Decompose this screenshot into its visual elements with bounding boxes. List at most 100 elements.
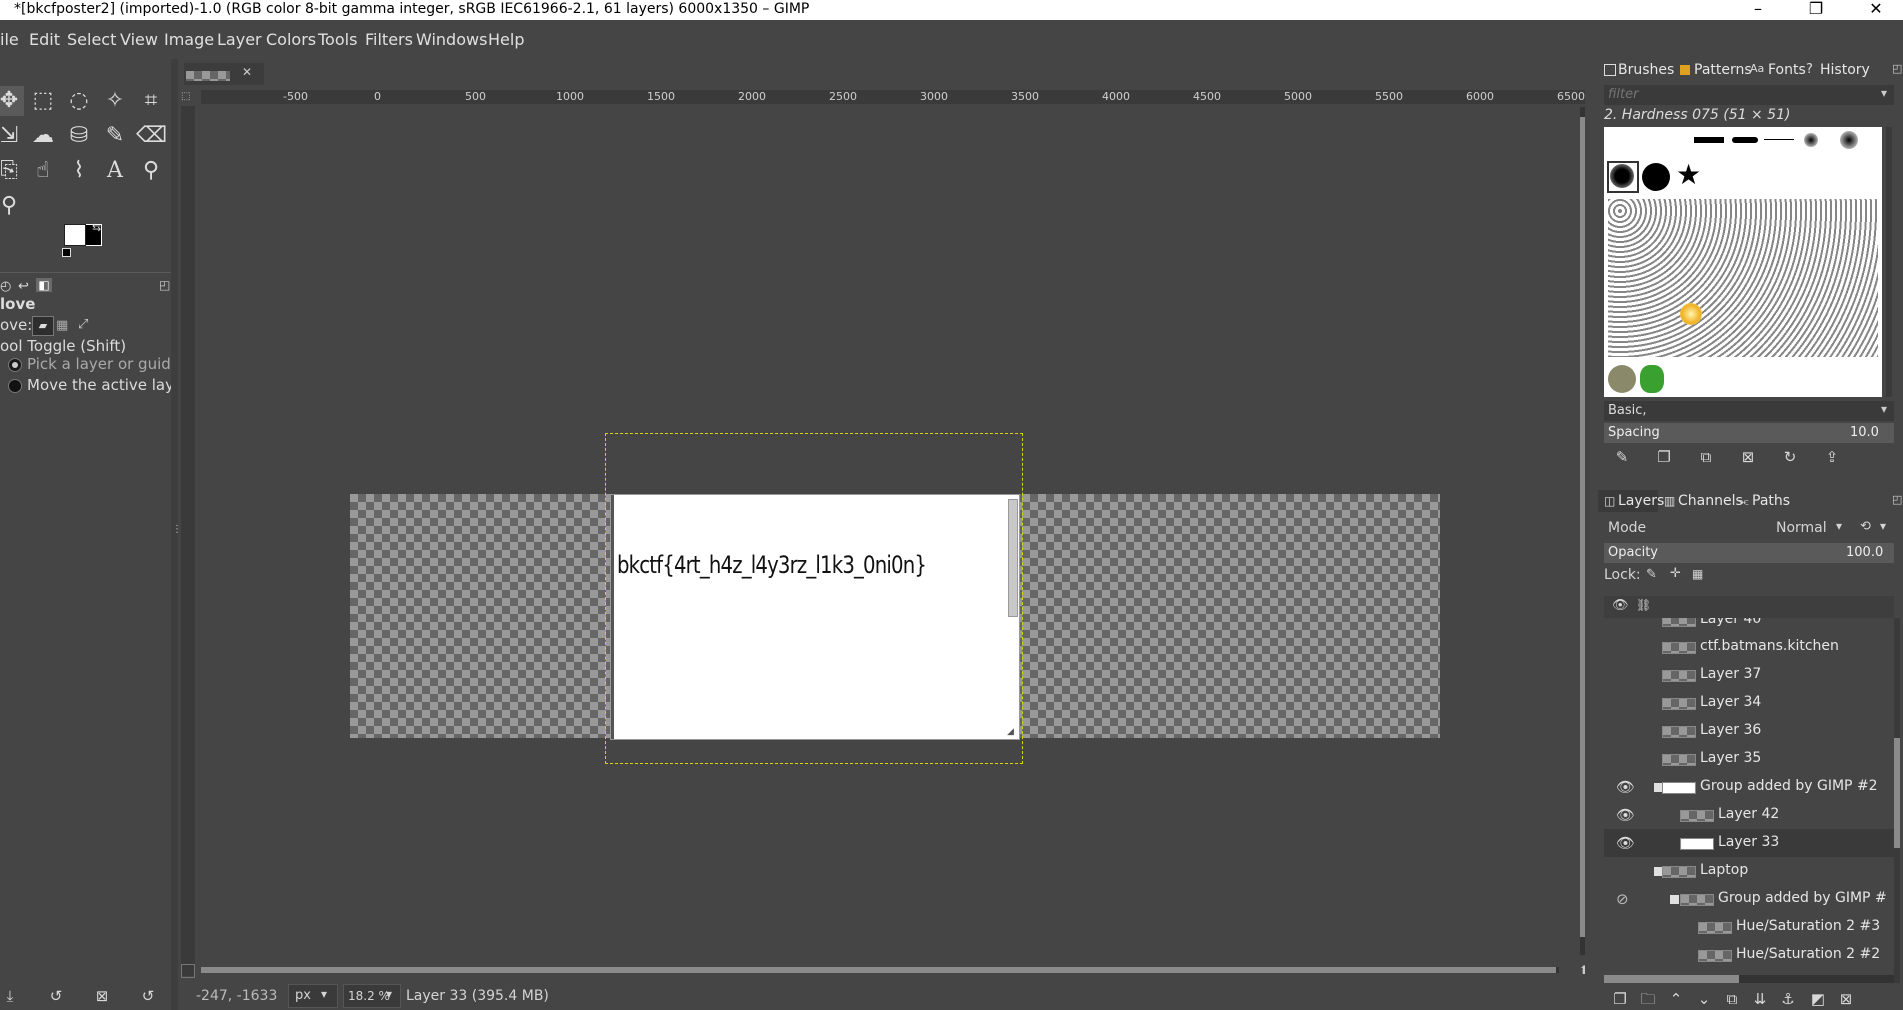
opacity-slider[interactable]: Opacity 100.0 xyxy=(1604,543,1894,563)
brush-hardness-100[interactable] xyxy=(1642,163,1670,191)
move-path-icon[interactable]: ⤢ xyxy=(78,317,88,332)
new-layer-icon[interactable]: ❐ xyxy=(1610,989,1630,1009)
edit-brush-icon[interactable]: ✎ xyxy=(1612,447,1632,467)
spacing-slider[interactable]: Spacing 10.0 xyxy=(1604,423,1894,443)
layer-row[interactable]: Laptop xyxy=(1604,857,1894,885)
brush-grid[interactable]: ★ xyxy=(1604,127,1882,397)
new-layer-group-icon[interactable]: 🗀 xyxy=(1638,989,1658,1009)
layer-mask-icon[interactable]: ◩ xyxy=(1808,989,1828,1009)
brush-wilber[interactable] xyxy=(1608,365,1636,393)
tab-history[interactable]: History xyxy=(1820,61,1870,79)
move-active-layer-radio[interactable] xyxy=(8,379,22,393)
save-tool-preset-icon[interactable]: ⤓ xyxy=(0,986,20,1006)
chevron-down-icon[interactable]: ▾ xyxy=(1880,519,1886,533)
tab-layers[interactable]: Layers xyxy=(1618,492,1664,510)
lower-layer-icon[interactable]: ⌄ xyxy=(1694,989,1714,1009)
move-layer-icon[interactable]: ▰ xyxy=(32,316,54,336)
layer-row[interactable]: Layer 35 xyxy=(1604,745,1894,773)
close-window-button[interactable]: ✕ xyxy=(1853,0,1899,20)
configure-tab-icon[interactable]: ◰ xyxy=(1892,493,1902,506)
layers-hscroll-thumb[interactable] xyxy=(1604,975,1739,983)
brush-filter-input[interactable] xyxy=(1604,85,1872,103)
bucket-fill-tool-icon[interactable]: ⛁ xyxy=(64,121,94,151)
layer-row[interactable]: Hue/Saturation 2 #3 xyxy=(1604,913,1894,941)
tab-fonts[interactable]: Fonts xyxy=(1768,61,1806,79)
delete-brush-icon[interactable]: ⊠ xyxy=(1738,447,1758,467)
zoom-select[interactable]: 18.2 % ▾ xyxy=(343,984,401,1008)
layers-list[interactable]: Layer 40 ctf.batmans.kitchen Layer 37 La… xyxy=(1604,618,1894,983)
mode-select[interactable]: Normal ▾ xyxy=(1744,516,1854,540)
undo-history-tab-icon[interactable]: ◧ xyxy=(36,278,52,292)
paths-tool-icon[interactable]: ⌇ xyxy=(64,156,94,186)
anchor-layer-icon[interactable]: ⚓ xyxy=(1778,989,1798,1009)
chevron-down-icon[interactable]: ▾ xyxy=(1881,86,1887,100)
menu-tools[interactable]: Tools xyxy=(318,20,357,59)
smudge-tool-icon[interactable]: ☝ xyxy=(28,156,58,186)
device-status-tab-icon[interactable]: ↩ xyxy=(18,279,29,294)
menu-colors[interactable]: Colors xyxy=(266,20,316,59)
brush-sparkle[interactable] xyxy=(1680,303,1702,325)
image-tab-close-icon[interactable]: ✕ xyxy=(242,65,252,79)
layers-scrollbar[interactable] xyxy=(1894,618,1900,983)
tab-brushes[interactable]: Brushes xyxy=(1618,61,1674,79)
tool-options-tab-icon[interactable]: ◴ xyxy=(0,279,11,294)
brush-fuzzy-large[interactable] xyxy=(1840,131,1858,149)
menu-help[interactable]: Help xyxy=(488,20,524,59)
open-brush-as-image-icon[interactable]: ⇪ xyxy=(1822,447,1842,467)
rect-select-tool-icon[interactable]: ⬚ xyxy=(28,86,58,116)
brush-filter[interactable]: ▾ xyxy=(1604,85,1894,105)
duplicate-layer-icon[interactable]: ⧉ xyxy=(1722,989,1742,1009)
menu-view[interactable]: View xyxy=(120,20,158,59)
configure-tab-icon[interactable]: ◰ xyxy=(1892,62,1902,75)
new-brush-icon[interactable]: ❐ xyxy=(1654,447,1674,467)
menu-filters[interactable]: Filters xyxy=(365,20,413,59)
fuzzy-select-tool-icon[interactable]: ✧ xyxy=(100,86,130,116)
menu-edit[interactable]: Edit xyxy=(29,20,60,59)
image-tab[interactable]: ✕ xyxy=(184,63,264,85)
clone-tool-icon[interactable]: ⎘ xyxy=(0,156,24,186)
transform-tool-icon[interactable]: ⇲ xyxy=(0,121,24,151)
default-colors-icon[interactable] xyxy=(62,248,71,257)
mode-reset-icon[interactable]: ⟲ xyxy=(1860,519,1871,534)
move-tool-icon[interactable]: ✥ xyxy=(0,86,24,116)
maximize-button[interactable]: ❐ xyxy=(1793,0,1839,20)
brush-block[interactable] xyxy=(1694,137,1724,143)
lock-position-icon[interactable]: ✛ xyxy=(1670,566,1681,581)
layer-row[interactable]: Hue/Saturation 2 #2 xyxy=(1604,941,1894,969)
layer-row[interactable]: ctf.batmans.kitchen xyxy=(1604,633,1894,661)
color-picker-tool-icon[interactable]: ⚲ xyxy=(136,156,166,186)
delete-tool-preset-icon[interactable]: ⊠ xyxy=(92,986,112,1006)
delete-layer-icon[interactable]: ⊠ xyxy=(1836,989,1856,1009)
eye-icon[interactable]: 👁 xyxy=(1616,806,1635,824)
layer-row[interactable]: Layer 34 xyxy=(1604,689,1894,717)
layer-row[interactable]: Layer 37 xyxy=(1604,661,1894,689)
eye-hidden-icon[interactable]: ⊘ xyxy=(1616,890,1634,908)
brush-star-icon[interactable]: ★ xyxy=(1676,161,1701,189)
eye-icon[interactable]: 👁 xyxy=(1616,778,1635,796)
reset-tool-options-icon[interactable]: ↺ xyxy=(138,986,158,1006)
menu-layer[interactable]: Layer xyxy=(217,20,262,59)
quick-mask-icon[interactable]: ⬚ xyxy=(181,91,193,103)
unit-select[interactable]: px ▾ xyxy=(288,984,338,1008)
brush-hardness-075[interactable] xyxy=(1610,164,1634,188)
crop-tool-icon[interactable]: ⌗ xyxy=(136,86,166,116)
refresh-brushes-icon[interactable]: ↻ xyxy=(1780,447,1800,467)
pick-layer-radio[interactable] xyxy=(8,358,22,372)
left-dock-separator[interactable]: ⋮ xyxy=(171,59,182,1010)
brush-pencil[interactable] xyxy=(1732,137,1758,143)
brush-tag-field[interactable]: Basic, ▾ xyxy=(1604,401,1894,421)
move-active-layer-option[interactable]: Move the active layer xyxy=(27,376,189,394)
warp-tool-icon[interactable]: ☁ xyxy=(28,121,58,151)
foreground-color-swatch[interactable] xyxy=(64,224,86,246)
swap-colors-icon[interactable]: ⇆ xyxy=(92,221,101,234)
brush-textures[interactable] xyxy=(1608,199,1878,357)
merge-layer-icon[interactable]: ⇊ xyxy=(1750,989,1770,1009)
collapse-group-icon[interactable] xyxy=(1670,895,1679,904)
horizontal-scroll-thumb[interactable] xyxy=(201,967,1556,973)
text-tool-icon[interactable]: A xyxy=(100,156,130,186)
lock-pixels-icon[interactable]: ✎ xyxy=(1646,567,1657,582)
menu-windows[interactable]: Windows xyxy=(416,20,487,59)
raise-layer-icon[interactable]: ⌃ xyxy=(1666,989,1686,1009)
brush-fuzzy[interactable] xyxy=(1804,133,1818,147)
pick-layer-option[interactable]: Pick a layer or guide xyxy=(27,355,180,373)
